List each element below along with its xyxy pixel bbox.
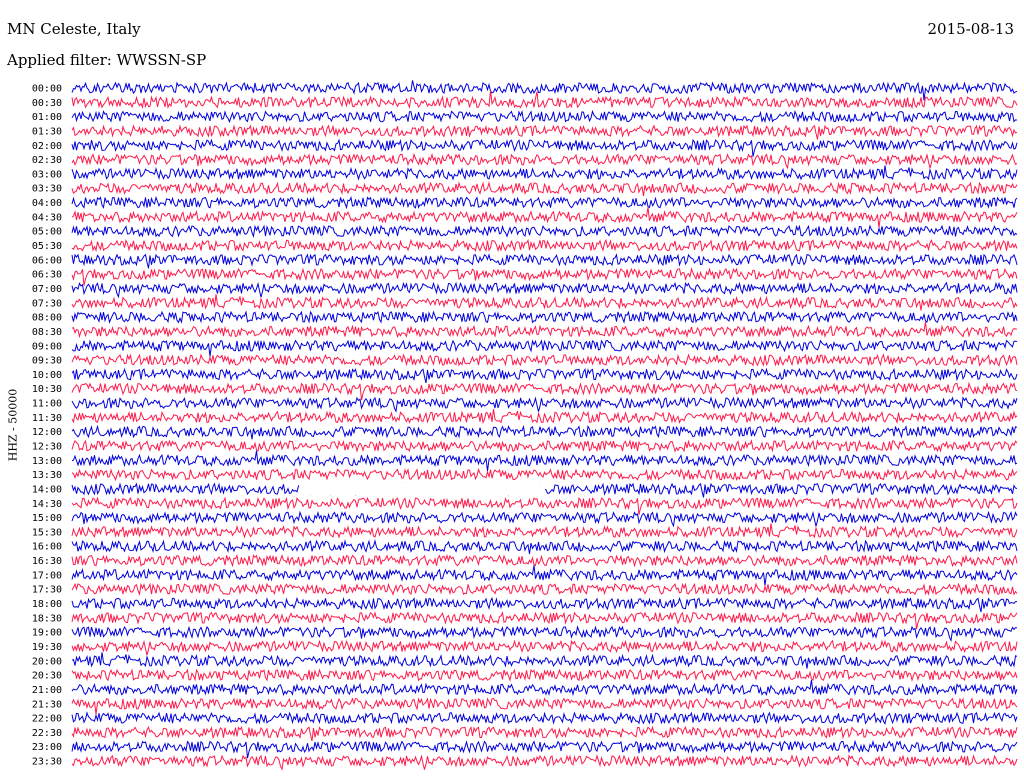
row-time-label: 23:00	[32, 742, 62, 753]
trace-row	[71, 496, 1018, 515]
trace-row	[71, 467, 1018, 482]
row-time-label: 15:30	[32, 527, 62, 538]
trace-row	[71, 207, 1018, 228]
row-time-label: 20:00	[32, 656, 62, 667]
trace-row	[71, 267, 1018, 286]
row-time-label: 06:00	[32, 255, 62, 266]
trace-row	[71, 553, 1018, 568]
trace-row	[71, 353, 1018, 367]
row-time-label: 11:30	[32, 413, 62, 424]
trace-row	[71, 339, 1018, 357]
row-time-label: 09:30	[32, 356, 62, 367]
row-time-label: 04:30	[32, 212, 62, 223]
row-time-label: 10:00	[32, 370, 62, 381]
row-time-label: 22:00	[32, 714, 62, 725]
trace-row	[71, 523, 1018, 539]
row-time-label: 01:30	[32, 126, 62, 137]
row-time-label: 21:00	[32, 685, 62, 696]
row-time-label: 17:00	[32, 570, 62, 581]
row-time-label: 20:30	[32, 671, 62, 682]
row-time-label: 21:30	[32, 699, 62, 710]
trace-row	[71, 238, 1018, 253]
row-time-label: 10:30	[32, 384, 62, 395]
trace-row	[71, 195, 1018, 210]
trace-row	[71, 582, 1018, 597]
row-time-label: 09:00	[32, 341, 62, 352]
row-time-label: 16:30	[32, 556, 62, 567]
row-time-label: 08:30	[32, 327, 62, 338]
row-time-label: 05:00	[32, 227, 62, 238]
row-time-label: 03:30	[32, 184, 62, 195]
trace-row	[71, 281, 1018, 299]
row-time-label: 01:00	[32, 112, 62, 123]
row-time-label: 22:30	[32, 728, 62, 739]
trace-row	[71, 80, 1018, 101]
row-time-label: 17:30	[32, 585, 62, 596]
trace-row	[71, 90, 1018, 110]
trace-row	[71, 625, 1017, 643]
row-time-label: 08:00	[32, 313, 62, 324]
trace-row	[71, 181, 1018, 196]
row-time-label: 12:00	[32, 427, 62, 438]
row-label-group: 00:00 00:30 01:00 01:30 02:00 02:30 03:00 03:30…	[32, 84, 62, 768]
trace-row	[71, 367, 1018, 384]
trace-row	[71, 165, 1018, 181]
row-time-label: 00:30	[32, 98, 62, 109]
row-time-label: 06:30	[32, 270, 62, 281]
row-time-label: 11:00	[32, 399, 62, 410]
row-time-label: 16:00	[32, 542, 62, 553]
trace-row	[71, 381, 1018, 401]
trace-row	[71, 224, 1018, 239]
trace-row	[71, 396, 1018, 413]
trace-row	[71, 450, 1018, 472]
row-time-label: 23:30	[32, 757, 62, 768]
row-time-label: 14:30	[32, 499, 62, 510]
row-time-label: 05:30	[32, 241, 62, 252]
trace-row	[71, 310, 1018, 325]
trace-row	[71, 152, 1018, 170]
row-time-label: 15:00	[32, 513, 62, 524]
row-time-label: 02:00	[32, 141, 62, 152]
trace-row	[71, 725, 1018, 742]
trace-row	[71, 294, 1018, 311]
row-time-label: 14:00	[32, 484, 62, 495]
trace-row	[71, 124, 1018, 140]
trace-row	[71, 639, 1018, 656]
trace-row	[71, 596, 1018, 613]
row-time-label: 13:00	[32, 456, 62, 467]
row-time-label: 19:30	[32, 642, 62, 653]
trace-row	[71, 439, 1018, 453]
trace-row	[71, 138, 1018, 157]
row-time-label: 12:30	[32, 442, 62, 453]
trace-row	[71, 109, 1018, 124]
gap-group	[299, 482, 545, 495]
trace-row	[71, 679, 1018, 697]
row-time-label: 04:00	[32, 198, 62, 209]
helicorder-plot: 00:00 00:30 01:00 01:30 02:00 02:30 03:00 03:30…	[32, 80, 1018, 771]
trace-row	[71, 424, 1018, 440]
trace-row	[71, 711, 1018, 725]
row-time-label: 18:00	[32, 599, 62, 610]
trace-group	[71, 80, 1018, 771]
row-time-label: 19:00	[32, 628, 62, 639]
trace-row	[71, 652, 1018, 669]
trace-row	[71, 539, 1018, 554]
row-time-label: 07:30	[32, 298, 62, 309]
trace-row	[71, 510, 1018, 528]
row-time-label: 18:30	[32, 613, 62, 624]
row-time-label: 00:00	[32, 84, 62, 95]
row-time-label: 13:30	[32, 470, 62, 481]
row-time-label: 02:30	[32, 155, 62, 166]
row-time-label: 07:00	[32, 284, 62, 295]
trace-row	[71, 565, 1018, 586]
trace-row	[71, 408, 1018, 425]
trace-row	[71, 253, 1018, 269]
trace-row	[71, 321, 1018, 339]
row-time-label: 03:00	[32, 169, 62, 180]
trace-row	[71, 668, 1018, 683]
trace-row	[71, 611, 1018, 630]
trace-row	[71, 754, 1018, 771]
